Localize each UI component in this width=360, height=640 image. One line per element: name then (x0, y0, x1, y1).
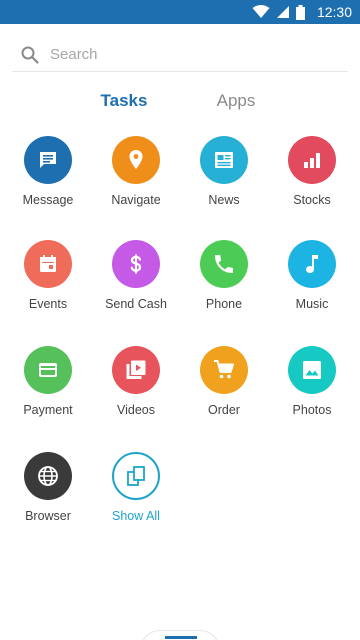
tile-label: Order (208, 403, 240, 417)
tile-send-cash[interactable]: Send Cash (92, 240, 180, 330)
status-bar: 12:30 (0, 0, 360, 24)
tile-label: Navigate (111, 193, 161, 207)
location-pin-icon (112, 136, 160, 184)
image-icon (288, 346, 336, 394)
tile-stocks[interactable]: Stocks (268, 136, 356, 226)
search-input[interactable] (50, 41, 330, 68)
shopping-cart-icon (200, 346, 248, 394)
tile-label: Stocks (293, 193, 331, 207)
tab-tasks[interactable]: Tasks (74, 86, 174, 116)
music-note-icon (288, 240, 336, 288)
tile-videos[interactable]: Videos (92, 346, 180, 436)
search-icon (18, 43, 42, 67)
tab-bar: Tasks Apps (0, 86, 360, 118)
tile-news[interactable]: News (180, 136, 268, 226)
phone-icon (200, 240, 248, 288)
tile-label: Message (22, 193, 74, 207)
search-bar[interactable] (12, 38, 348, 72)
copy-pages-icon (112, 452, 160, 500)
tile-events[interactable]: Events (4, 240, 92, 330)
bar-chart-icon (288, 136, 336, 184)
status-icons (252, 4, 305, 20)
tile-navigate[interactable]: Navigate (92, 136, 180, 226)
tile-order[interactable]: Order (180, 346, 268, 436)
credit-card-icon (24, 346, 72, 394)
battery-icon (295, 4, 305, 20)
tile-label: Send Cash (105, 297, 167, 311)
wifi-icon (252, 5, 270, 18)
tile-payment[interactable]: Payment (4, 346, 92, 436)
message-icon (24, 136, 72, 184)
tile-label: Show All (112, 509, 160, 523)
tile-browser[interactable]: Browser (4, 452, 92, 542)
dollar-icon (112, 240, 160, 288)
tile-label: Music (295, 297, 329, 311)
tile-message[interactable]: Message (4, 136, 92, 226)
newspaper-icon (200, 136, 248, 184)
show-all-button[interactable]: Show All (92, 452, 180, 542)
tile-label: Payment (23, 403, 73, 417)
tile-label: Videos (117, 403, 155, 417)
tile-music[interactable]: Music (268, 240, 356, 330)
video-play-icon (112, 346, 160, 394)
status-time: 12:30 (316, 4, 352, 20)
tile-label: Events (28, 297, 68, 311)
tile-label: Browser (25, 509, 71, 523)
tile-photos[interactable]: Photos (268, 346, 356, 436)
tile-label: Phone (205, 297, 243, 311)
tile-label: News (208, 193, 240, 207)
globe-icon (24, 452, 72, 500)
tab-apps[interactable]: Apps (186, 86, 286, 116)
drawer-handle-bar (165, 636, 197, 639)
calendar-icon (24, 240, 72, 288)
tile-phone[interactable]: Phone (180, 240, 268, 330)
tile-label: Photos (292, 403, 332, 417)
drawer-handle[interactable] (140, 630, 220, 640)
signal-icon (276, 6, 289, 18)
